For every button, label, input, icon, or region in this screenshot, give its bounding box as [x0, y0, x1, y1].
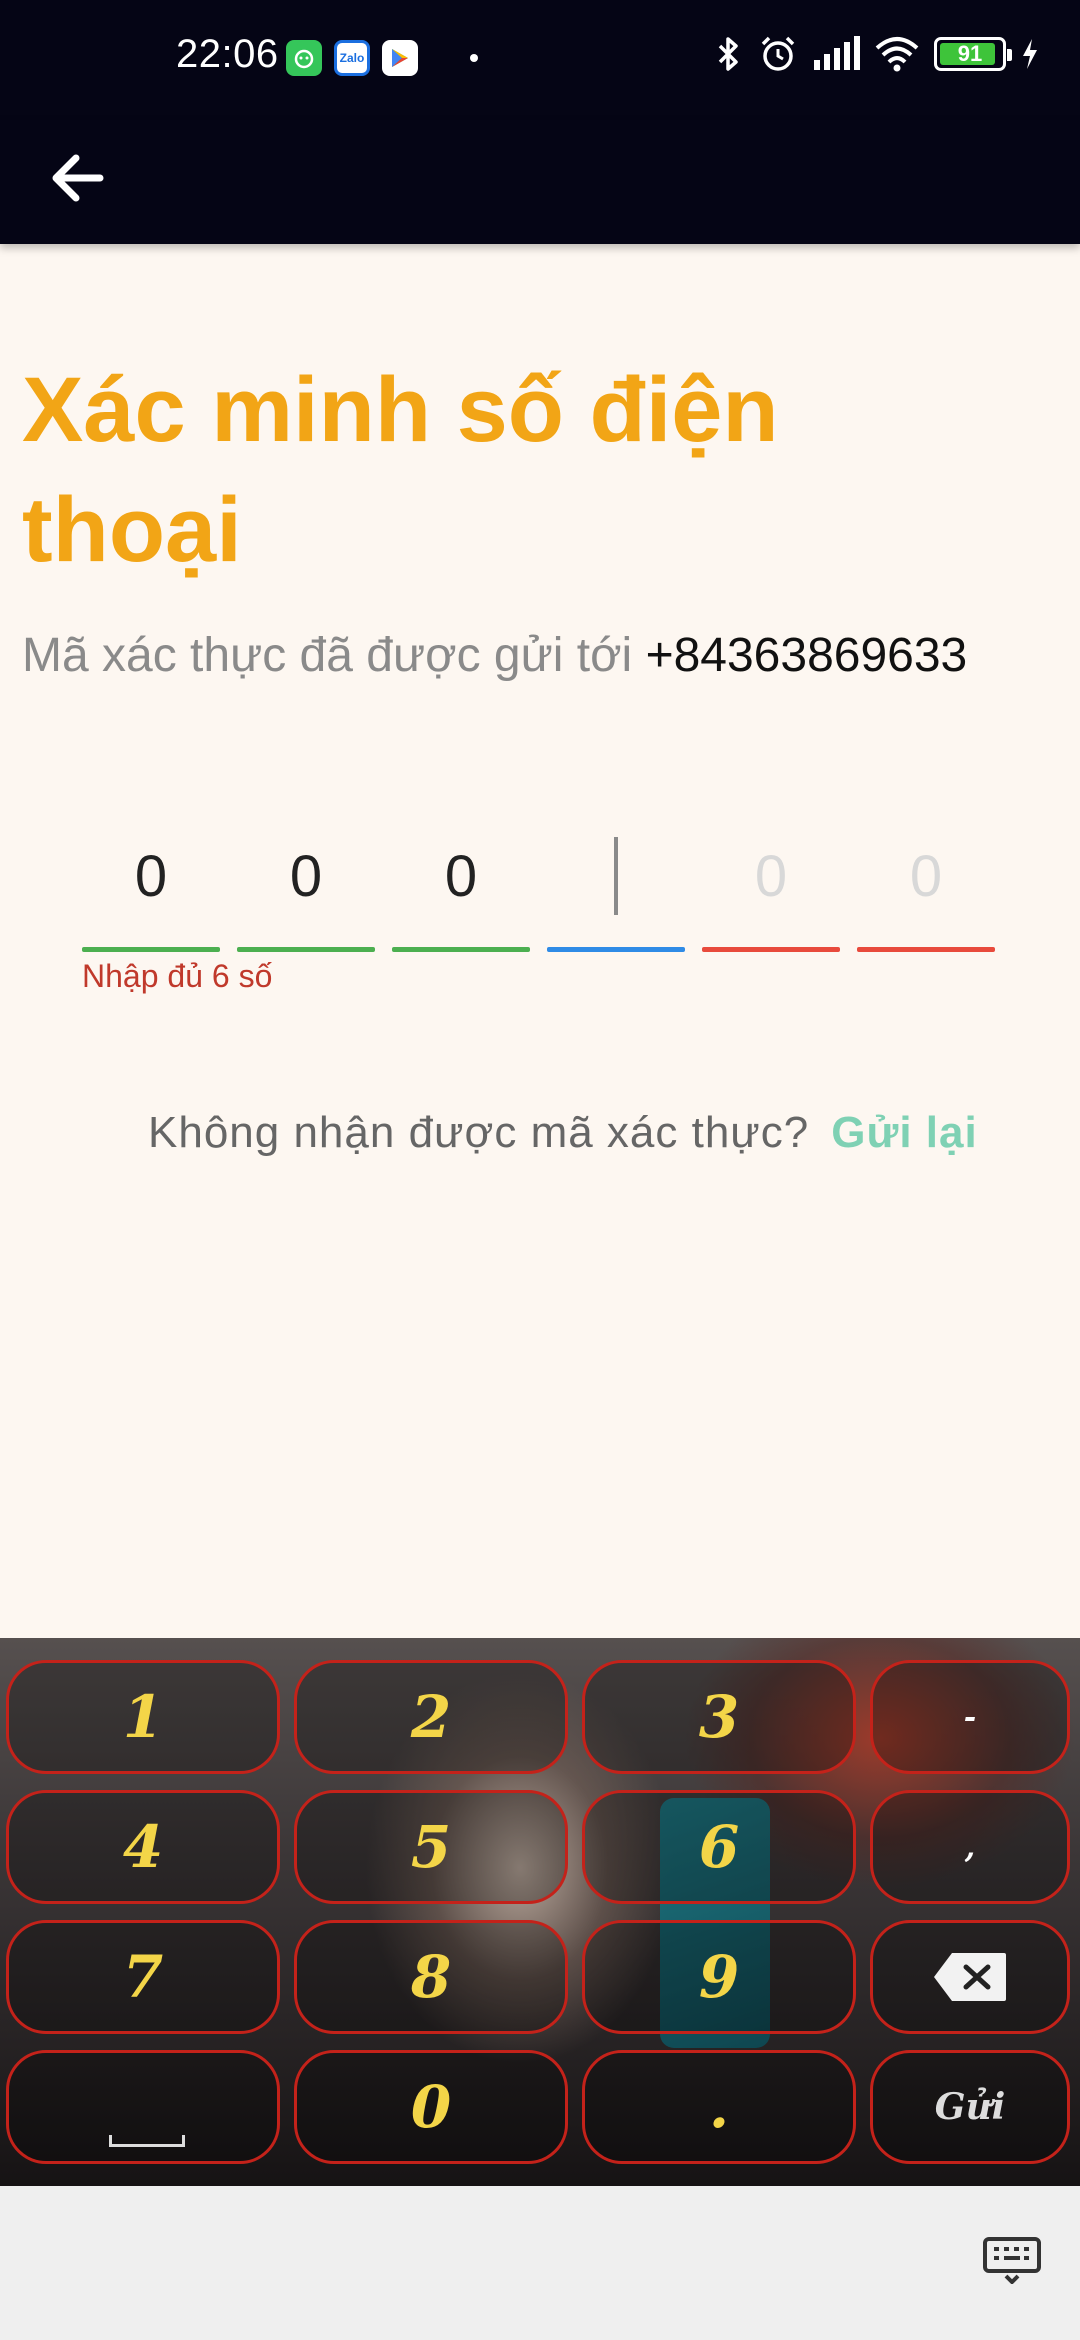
battery-level: 91 [957, 41, 983, 66]
bluetooth-icon [718, 37, 738, 71]
key-1[interactable]: 1 [6, 1660, 280, 1774]
key-9[interactable]: 9 [582, 1920, 856, 2034]
verification-subtitle: Mã xác thực đã được gửi tới +84363869633 [22, 628, 967, 683]
key-minus[interactable]: - [870, 1660, 1070, 1774]
resend-row: Không nhận được mã xác thực? Gửi lại [148, 1108, 978, 1158]
otp-digit-2[interactable]: 0 [237, 800, 375, 952]
resend-prompt: Không nhận được mã xác thực? [148, 1108, 810, 1157]
key-0[interactable]: 0 [294, 2050, 568, 2164]
otp-digit-5-placeholder: 0 [754, 843, 788, 909]
resend-link[interactable]: Gửi lại [831, 1108, 977, 1157]
key-period[interactable]: . [582, 2050, 856, 2164]
wifi-icon [875, 37, 919, 72]
otp-error-text: Nhập đủ 6 số [82, 958, 273, 994]
charging-icon [1023, 39, 1037, 69]
key-2[interactable]: 2 [294, 1660, 568, 1774]
phone-number: +84363869633 [645, 629, 968, 682]
numeric-keyboard: 1 2 3 - 4 5 6 , 7 8 9 0 . Gửi [0, 1638, 1080, 2186]
otp-underline [547, 947, 685, 952]
status-time: 22:06 [176, 32, 279, 76]
otp-underline [702, 947, 840, 952]
otp-digit-3[interactable]: 0 [392, 800, 530, 952]
otp-input[interactable]: 0 0 0 0 0 [82, 800, 995, 952]
key-8[interactable]: 8 [294, 1920, 568, 2034]
key-6[interactable]: 6 [582, 1790, 856, 1904]
otp-digit-1[interactable]: 0 [82, 800, 220, 952]
otp-digit-1-value: 0 [134, 843, 168, 909]
more-notifications-dot [470, 54, 478, 62]
keyboard-keys: 1 2 3 - 4 5 6 , 7 8 9 0 . Gửi [6, 1660, 1070, 2164]
subtitle-text: Mã xác thực đã được gửi tới [22, 629, 633, 682]
system-icons: 91 [714, 34, 1040, 74]
otp-digit-4[interactable] [547, 800, 685, 952]
otp-underline [392, 947, 530, 952]
key-5[interactable]: 5 [294, 1790, 568, 1904]
backspace-icon [934, 1953, 1006, 2001]
otp-underline [237, 947, 375, 952]
space-icon [109, 2135, 185, 2147]
battery-icon: 91 [934, 37, 1012, 71]
zalo-label: Zalo [339, 51, 365, 65]
zalo-icon: Zalo [334, 40, 370, 76]
keyboard-icon[interactable] [982, 2236, 1042, 2284]
backspace-key[interactable] [870, 1920, 1070, 2034]
otp-underline [82, 947, 220, 952]
status-bar: 22:06 Zalo 91 [0, 0, 1080, 120]
text-cursor [614, 837, 618, 915]
app-bar [0, 120, 1080, 244]
otp-digit-6[interactable]: 0 [857, 800, 995, 952]
notification-icons: Zalo [286, 40, 478, 76]
space-key[interactable] [6, 2050, 280, 2164]
send-key[interactable]: Gửi [870, 2050, 1070, 2164]
signal-icon [814, 36, 860, 70]
otp-digit-2-value: 0 [289, 843, 323, 909]
cat-app-icon [286, 40, 322, 76]
back-button[interactable] [36, 136, 120, 220]
keyboard-bottom-bar [0, 2186, 1080, 2340]
otp-digit-6-placeholder: 0 [909, 843, 943, 909]
arrow-left-icon [52, 154, 104, 202]
key-comma[interactable]: , [870, 1790, 1070, 1904]
page-title: Xác minh số điện thoại [22, 359, 779, 581]
otp-underline [857, 947, 995, 952]
otp-digit-3-value: 0 [444, 843, 478, 909]
alarm-icon [761, 36, 795, 71]
key-4[interactable]: 4 [6, 1790, 280, 1904]
google-play-icon [382, 40, 418, 76]
key-3[interactable]: 3 [582, 1660, 856, 1774]
key-7[interactable]: 7 [6, 1920, 280, 2034]
otp-digit-5[interactable]: 0 [702, 800, 840, 952]
